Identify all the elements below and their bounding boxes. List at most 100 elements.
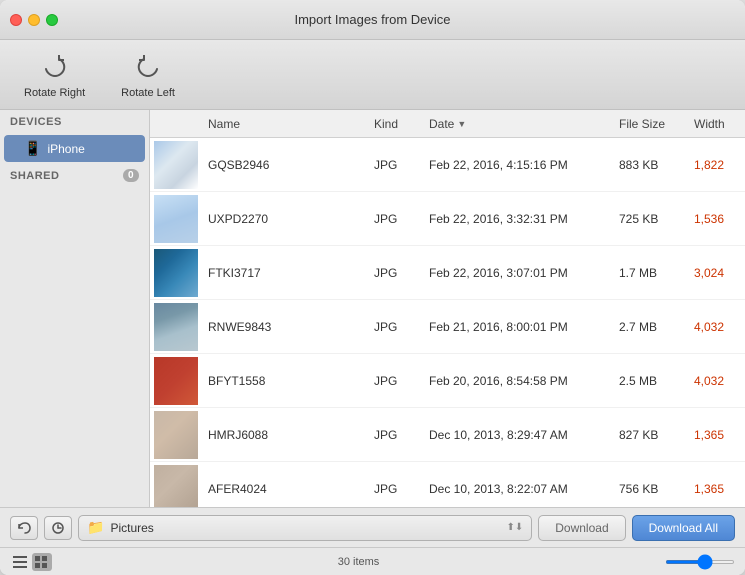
- file-kind: JPG: [370, 428, 425, 442]
- file-width: 1,536: [690, 212, 745, 226]
- thumbnail-image: [154, 195, 198, 243]
- toolbar: Rotate Right Rotate Left: [0, 40, 745, 110]
- download-all-button[interactable]: Download All: [632, 515, 735, 541]
- file-date: Dec 10, 2013, 8:29:47 AM: [425, 428, 615, 442]
- sort-arrow-icon: ▼: [457, 119, 466, 129]
- thumb-cell: [150, 300, 202, 354]
- file-name: BFYT1558: [202, 374, 370, 388]
- file-width: 1,365: [690, 428, 745, 442]
- file-size: 1.7 MB: [615, 266, 690, 280]
- col-date-header[interactable]: Date ▼: [425, 117, 615, 131]
- file-kind: JPG: [370, 482, 425, 496]
- table-row[interactable]: HMRJ6088 JPG Dec 10, 2013, 8:29:47 AM 82…: [150, 408, 745, 462]
- rotate-right-label: Rotate Right: [24, 87, 85, 99]
- file-width: 1,822: [690, 158, 745, 172]
- rotate-left-icon: [132, 51, 164, 83]
- file-date: Dec 10, 2013, 8:22:07 AM: [425, 482, 615, 496]
- status-bar: 30 items: [0, 547, 745, 575]
- devices-header: DEVICES: [0, 110, 149, 134]
- clock-button[interactable]: [44, 516, 72, 540]
- thumbnail-image: [154, 357, 198, 405]
- thumb-cell: [150, 462, 202, 508]
- rotate-left-button[interactable]: Rotate Left: [113, 47, 183, 103]
- folder-select[interactable]: 📁 Pictures ⬆⬇: [78, 515, 532, 541]
- file-date: Feb 20, 2016, 8:54:58 PM: [425, 374, 615, 388]
- file-name: AFER4024: [202, 482, 370, 496]
- undo-button[interactable]: [10, 516, 38, 540]
- view-icons: [10, 553, 52, 571]
- table-row[interactable]: RNWE9843 JPG Feb 21, 2016, 8:00:01 PM 2.…: [150, 300, 745, 354]
- file-width: 1,365: [690, 482, 745, 496]
- main-window: Import Images from Device Rotate Right R…: [0, 0, 745, 575]
- file-name: RNWE9843: [202, 320, 370, 334]
- rotate-left-label: Rotate Left: [121, 87, 175, 99]
- shared-header: SHARED 0: [0, 163, 149, 188]
- download-button[interactable]: Download: [538, 515, 625, 541]
- file-size: 827 KB: [615, 428, 690, 442]
- col-size-header[interactable]: File Size: [615, 117, 690, 131]
- thumbnail-image: [154, 249, 198, 297]
- thumb-cell: [150, 138, 202, 192]
- devices-label: DEVICES: [10, 116, 62, 128]
- maximize-button[interactable]: [46, 14, 58, 26]
- thumbnail-image: [154, 465, 198, 508]
- folder-name: Pictures: [110, 521, 500, 535]
- table-row[interactable]: BFYT1558 JPG Feb 20, 2016, 8:54:58 PM 2.…: [150, 354, 745, 408]
- file-date: Feb 21, 2016, 8:00:01 PM: [425, 320, 615, 334]
- minimize-button[interactable]: [28, 14, 40, 26]
- main-content: DEVICES 📱 iPhone SHARED 0 Name Kind Date…: [0, 110, 745, 507]
- file-size: 725 KB: [615, 212, 690, 226]
- file-date: Feb 22, 2016, 3:32:31 PM: [425, 212, 615, 226]
- thumb-cell: [150, 192, 202, 246]
- file-list-area: Name Kind Date ▼ File Size Width GQSB294…: [150, 110, 745, 507]
- zoom-slider-container: [665, 560, 735, 564]
- file-date: Feb 22, 2016, 4:15:16 PM: [425, 158, 615, 172]
- sidebar-item-iphone[interactable]: 📱 iPhone: [4, 135, 145, 162]
- file-size: 2.5 MB: [615, 374, 690, 388]
- folder-icon: 📁: [87, 519, 104, 536]
- zoom-slider[interactable]: [665, 560, 735, 564]
- title-bar: Import Images from Device: [0, 0, 745, 40]
- rotate-right-icon: [39, 51, 71, 83]
- file-size: 2.7 MB: [615, 320, 690, 334]
- shared-label: SHARED: [10, 170, 59, 182]
- file-name: FTKI3717: [202, 266, 370, 280]
- thumb-cell: [150, 408, 202, 462]
- file-name: GQSB2946: [202, 158, 370, 172]
- items-count: 30 items: [60, 556, 657, 568]
- col-width-header[interactable]: Width: [690, 117, 745, 131]
- table-row[interactable]: AFER4024 JPG Dec 10, 2013, 8:22:07 AM 75…: [150, 462, 745, 507]
- col-name-header[interactable]: Name: [202, 117, 370, 131]
- shared-badge: 0: [123, 169, 139, 182]
- thumb-cell: [150, 354, 202, 408]
- list-view-icon[interactable]: [10, 553, 30, 571]
- grid-view-icon[interactable]: [32, 553, 52, 571]
- file-kind: JPG: [370, 158, 425, 172]
- file-list-header: Name Kind Date ▼ File Size Width: [150, 110, 745, 138]
- col-kind-header[interactable]: Kind: [370, 117, 425, 131]
- file-name: UXPD2270: [202, 212, 370, 226]
- file-kind: JPG: [370, 374, 425, 388]
- thumbnail-image: [154, 411, 198, 459]
- thumbnail-image: [154, 141, 198, 189]
- table-row[interactable]: GQSB2946 JPG Feb 22, 2016, 4:15:16 PM 88…: [150, 138, 745, 192]
- close-button[interactable]: [10, 14, 22, 26]
- file-width: 3,024: [690, 266, 745, 280]
- iphone-icon: 📱: [24, 140, 41, 157]
- sidebar: DEVICES 📱 iPhone SHARED 0: [0, 110, 150, 507]
- traffic-lights: [10, 14, 58, 26]
- thumbnail-image: [154, 303, 198, 351]
- iphone-label: iPhone: [47, 142, 84, 156]
- file-list-scroll[interactable]: GQSB2946 JPG Feb 22, 2016, 4:15:16 PM 88…: [150, 138, 745, 507]
- file-kind: JPG: [370, 266, 425, 280]
- file-name: HMRJ6088: [202, 428, 370, 442]
- folder-dropdown-icon: ⬆⬇: [506, 522, 523, 533]
- thumb-cell: [150, 246, 202, 300]
- table-row[interactable]: UXPD2270 JPG Feb 22, 2016, 3:32:31 PM 72…: [150, 192, 745, 246]
- table-row[interactable]: FTKI3717 JPG Feb 22, 2016, 3:07:01 PM 1.…: [150, 246, 745, 300]
- file-kind: JPG: [370, 212, 425, 226]
- file-width: 4,032: [690, 374, 745, 388]
- window-title: Import Images from Device: [294, 12, 450, 27]
- file-date: Feb 22, 2016, 3:07:01 PM: [425, 266, 615, 280]
- rotate-right-button[interactable]: Rotate Right: [16, 47, 93, 103]
